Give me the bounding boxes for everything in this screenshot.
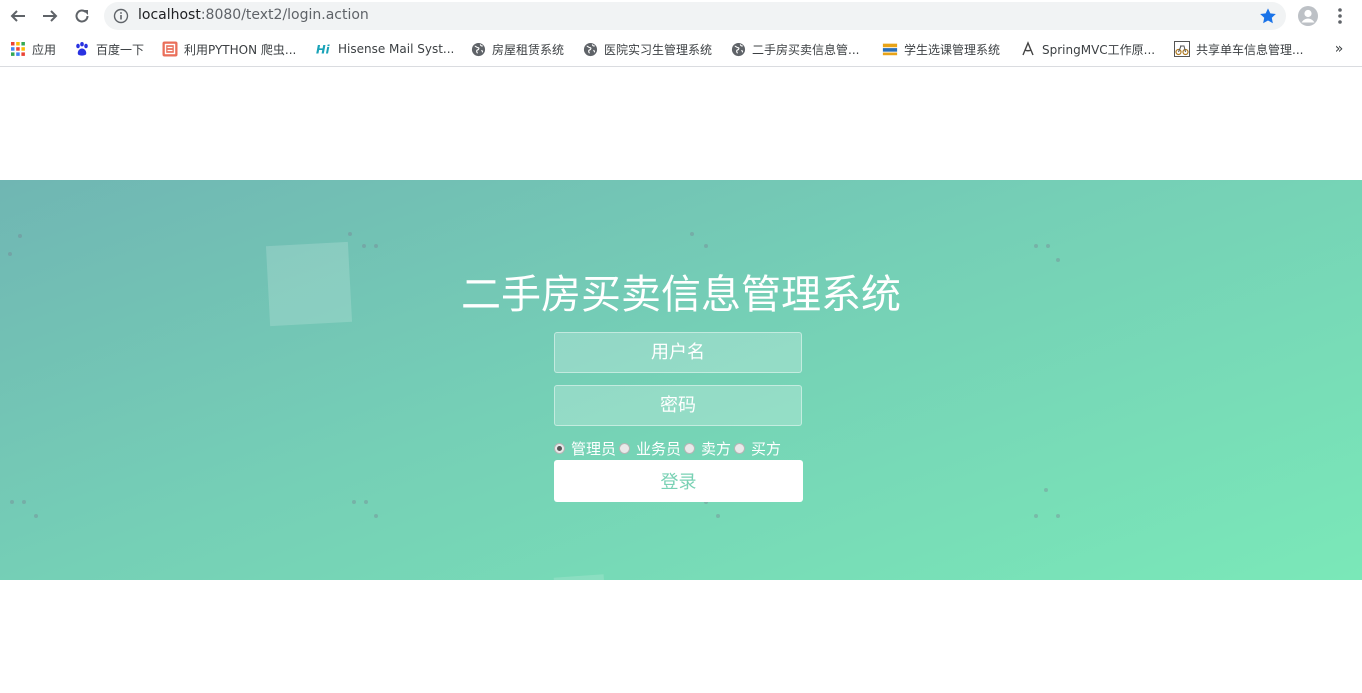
reload-icon [75,9,89,23]
bookmark-label: 学生选课管理系统 [904,42,1001,57]
url-path: :8080/text2/login.action [200,7,369,23]
svg-text:Hi: Hi [316,42,331,56]
decorative-dot [374,514,378,518]
bookmark-hisense-mail[interactable]: Hi Hisense Mail Syst... [316,39,454,59]
bookmark-label: 共享单车信息管理... [1196,42,1304,57]
decorative-dot [704,244,708,248]
bike-image-icon [1174,41,1190,57]
decorative-dot [1046,244,1050,248]
globe-icon [730,41,746,57]
bookmark-label: 房屋租赁系统 [492,42,565,57]
spring-leaf-icon [1020,41,1036,57]
bookmark-house-rental[interactable]: 房屋租赁系统 [470,39,564,59]
bookmark-second-hand-house[interactable]: 二手房买卖信息管... [730,39,859,59]
bookmark-python-crawler[interactable]: 利用PYTHON 爬虫... [162,39,296,59]
decorative-dot [1034,514,1038,518]
browser-menu-button[interactable] [1330,4,1350,28]
role-option-admin[interactable]: 管理员 [554,438,616,459]
arrow-left-icon [10,10,25,22]
address-bar[interactable]: localhost:8080/text2/login.action [104,2,1286,30]
bookmark-label: Hisense Mail Syst... [338,42,455,56]
decorative-dot [348,232,352,236]
decorative-dot [1056,514,1060,518]
decorative-dot [374,244,378,248]
decorative-dot [362,244,366,248]
bookmark-hospital-intern[interactable]: 医院实习生管理系统 [582,39,712,59]
role-label: 卖方 [701,439,732,458]
apps-grid-icon [10,41,26,57]
decorative-dot [1034,244,1038,248]
bookmark-star-button[interactable] [1258,6,1278,26]
bookmark-apps[interactable]: 应用 [10,39,56,59]
decorative-dot [352,500,356,504]
more-vert-icon [1338,8,1342,24]
radio-button[interactable] [554,442,565,454]
book-stack-icon [882,41,898,57]
site-info-icon[interactable] [112,7,130,25]
role-label: 业务员 [636,439,682,458]
role-radio-group: 管理员 业务员 卖方 买方 [554,438,784,458]
hisense-hi-icon: Hi [316,41,332,57]
radio-button[interactable] [734,442,746,454]
role-label: 管理员 [571,439,617,458]
globe-icon [582,41,598,57]
jian-red-icon [162,41,178,57]
bookmark-course-selection[interactable]: 学生选课管理系统 [882,39,1000,59]
globe-icon [470,41,486,57]
decorative-dot [716,514,720,518]
url-text[interactable]: localhost:8080/text2/login.action [138,7,369,23]
role-option-seller[interactable]: 卖方 [684,438,731,459]
login-button[interactable]: 登录 [554,460,803,502]
arrow-right-icon [43,10,58,22]
decorative-dot [1044,488,1048,492]
decorative-square [553,574,607,580]
back-button[interactable] [6,4,30,28]
bookmark-label: SpringMVC工作原... [1042,42,1156,57]
bookmark-springmvc[interactable]: SpringMVC工作原... [1020,39,1155,59]
more-bookmarks-button[interactable]: » [1330,39,1348,59]
decorative-dot [690,232,694,236]
decorative-dot [10,500,14,504]
role-option-salesman[interactable]: 业务员 [619,438,681,459]
radio-button[interactable] [684,442,696,454]
bookmark-label: 利用PYTHON 爬虫... [184,42,297,57]
bookmark-label: 二手房买卖信息管... [752,42,860,57]
bookmark-baidu[interactable]: 百度一下 [74,39,144,59]
reload-button[interactable] [70,4,94,28]
baidu-paw-icon [74,41,90,57]
role-option-buyer[interactable]: 买方 [734,438,781,459]
username-input[interactable] [554,332,802,373]
bookmarks-bar: 应用 百度一下 利用PYTHON 爬虫... Hi Hisense Mail S… [0,32,1362,67]
login-hero-panel: 二手房买卖信息管理系统 管理员 业务员 卖方 买方 登录 [0,180,1362,580]
bookmark-shared-bike[interactable]: 共享单车信息管理... [1174,39,1303,59]
browser-toolbar: localhost:8080/text2/login.action [0,0,1362,32]
bookmark-label: 百度一下 [96,42,145,57]
profile-button[interactable] [1296,4,1320,28]
page-title: 二手房买卖信息管理系统 [461,272,901,318]
decorative-dot [8,252,12,256]
url-host: localhost [138,7,201,23]
avatar-icon [1298,6,1318,26]
forward-button[interactable] [38,4,62,28]
decorative-dot [364,500,368,504]
decorative-dot [22,500,26,504]
star-icon [1260,8,1276,24]
role-label: 买方 [751,439,782,458]
bookmark-label: 应用 [32,42,57,57]
bookmark-label: 医院实习生管理系统 [604,42,713,57]
decorative-dot [18,234,22,238]
password-input[interactable] [554,385,802,426]
radio-button[interactable] [619,442,631,454]
decorative-dot [34,514,38,518]
